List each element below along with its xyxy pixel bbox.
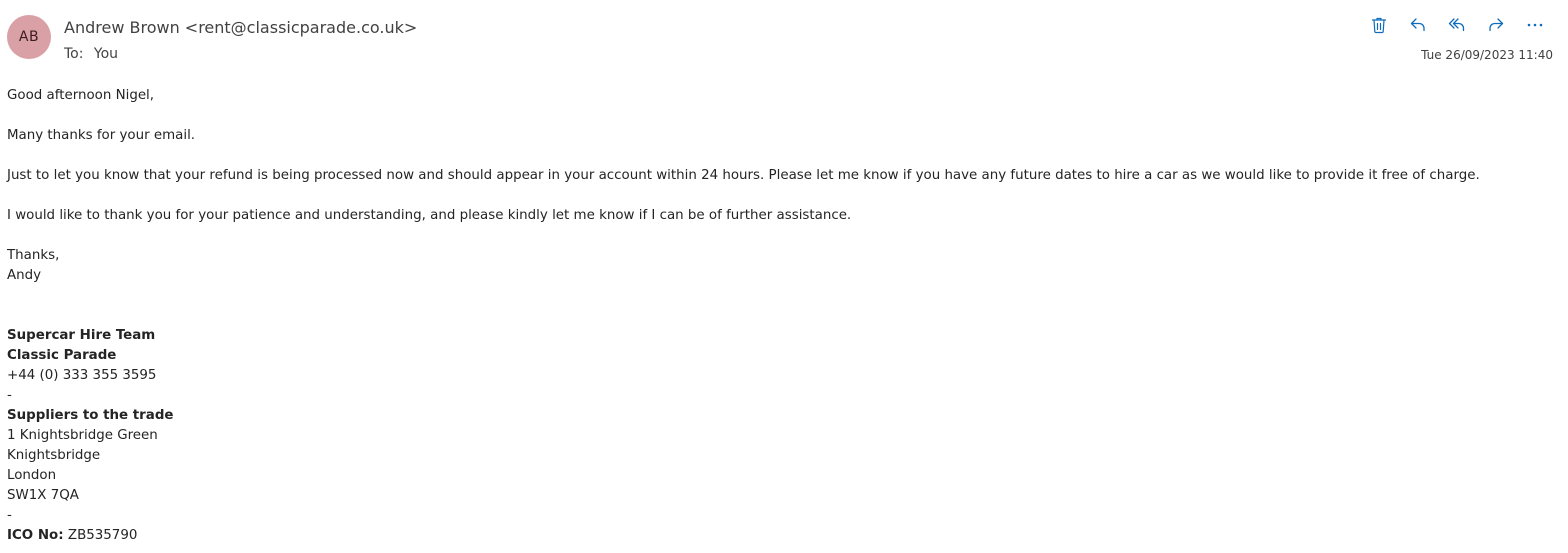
reply-button[interactable] xyxy=(1398,12,1437,38)
signoff: Thanks, xyxy=(7,248,60,263)
reply-all-icon xyxy=(1448,18,1464,32)
reply-all-button[interactable] xyxy=(1437,12,1476,38)
forward-button[interactable] xyxy=(1476,12,1515,38)
delete-button[interactable] xyxy=(1359,12,1398,38)
recipients-line: To: You xyxy=(64,46,118,62)
signoff-name: Andy xyxy=(7,268,42,283)
ico-label: ICO No: xyxy=(7,528,64,543)
trash-icon xyxy=(1371,17,1386,34)
message-timestamp: Tue 26/09/2023 11:40 xyxy=(1421,48,1553,62)
recipient-you[interactable]: You xyxy=(94,46,118,62)
greeting: Good afternoon Nigel, xyxy=(7,88,155,103)
signature-ico: ICO No: ZB535790 xyxy=(7,526,1547,546)
body-paragraph: Just to let you know that your refund is… xyxy=(7,168,1480,183)
reply-icon xyxy=(1410,18,1425,32)
signature-separator: - xyxy=(7,388,12,403)
ico-value: ZB535790 xyxy=(67,528,138,543)
forward-icon xyxy=(1488,18,1503,32)
signature-team: Supercar Hire Team xyxy=(7,328,156,343)
signature-separator: - xyxy=(7,508,12,523)
more-actions-button[interactable] xyxy=(1515,12,1554,38)
signature-phone[interactable]: +44 (0) 333 355 3595 xyxy=(7,366,1547,386)
signature-separator: - xyxy=(7,546,1547,553)
signature-company: Classic Parade xyxy=(7,348,117,363)
signature-postcode: SW1X 7QA xyxy=(7,488,79,503)
signature-address-line: 1 Knightsbridge Green xyxy=(7,428,158,443)
body-paragraph: I would like to thank you for your patie… xyxy=(7,208,852,223)
to-label: To: xyxy=(64,46,84,62)
avatar[interactable]: AB xyxy=(7,15,51,59)
email-reading-pane: AB Andrew Brown <rent@classicparade.co.u… xyxy=(0,0,1568,553)
more-icon xyxy=(1527,23,1542,27)
sender-name[interactable]: Andrew Brown <rent@classicparade.co.uk> xyxy=(64,18,417,37)
signature-address-line: London xyxy=(7,468,57,483)
message-body: Good afternoon Nigel, Many thanks for yo… xyxy=(7,86,1547,553)
signature-address-line: Knightsbridge xyxy=(7,448,101,463)
message-actions xyxy=(1359,12,1554,38)
body-paragraph: Many thanks for your email. xyxy=(7,128,196,143)
signature-trade-heading: Suppliers to the trade xyxy=(7,408,174,423)
